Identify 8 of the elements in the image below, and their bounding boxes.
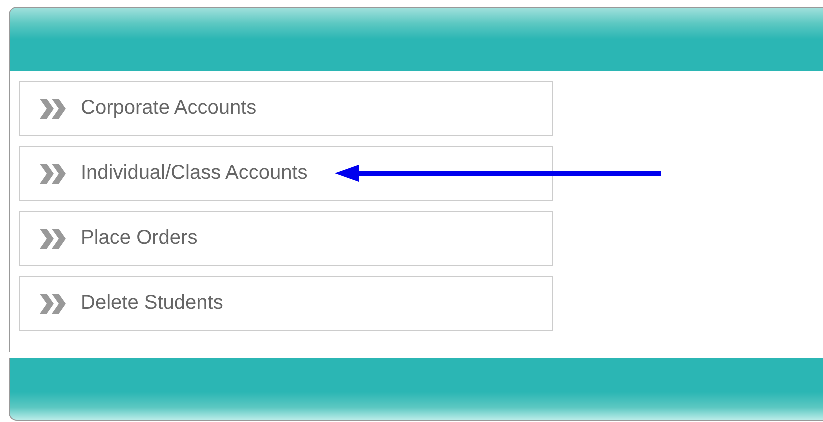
menu-item[interactable]: Corporate Accounts xyxy=(19,81,553,136)
menu-item[interactable]: Place Orders xyxy=(19,211,553,266)
double-chevron-icon xyxy=(38,162,69,186)
menu-item[interactable]: Individual/Class Accounts xyxy=(19,146,553,201)
double-chevron-icon xyxy=(38,226,69,250)
menu-item[interactable]: Delete Students xyxy=(19,276,553,331)
double-chevron-icon xyxy=(38,292,69,316)
double-chevron-icon xyxy=(38,96,69,120)
